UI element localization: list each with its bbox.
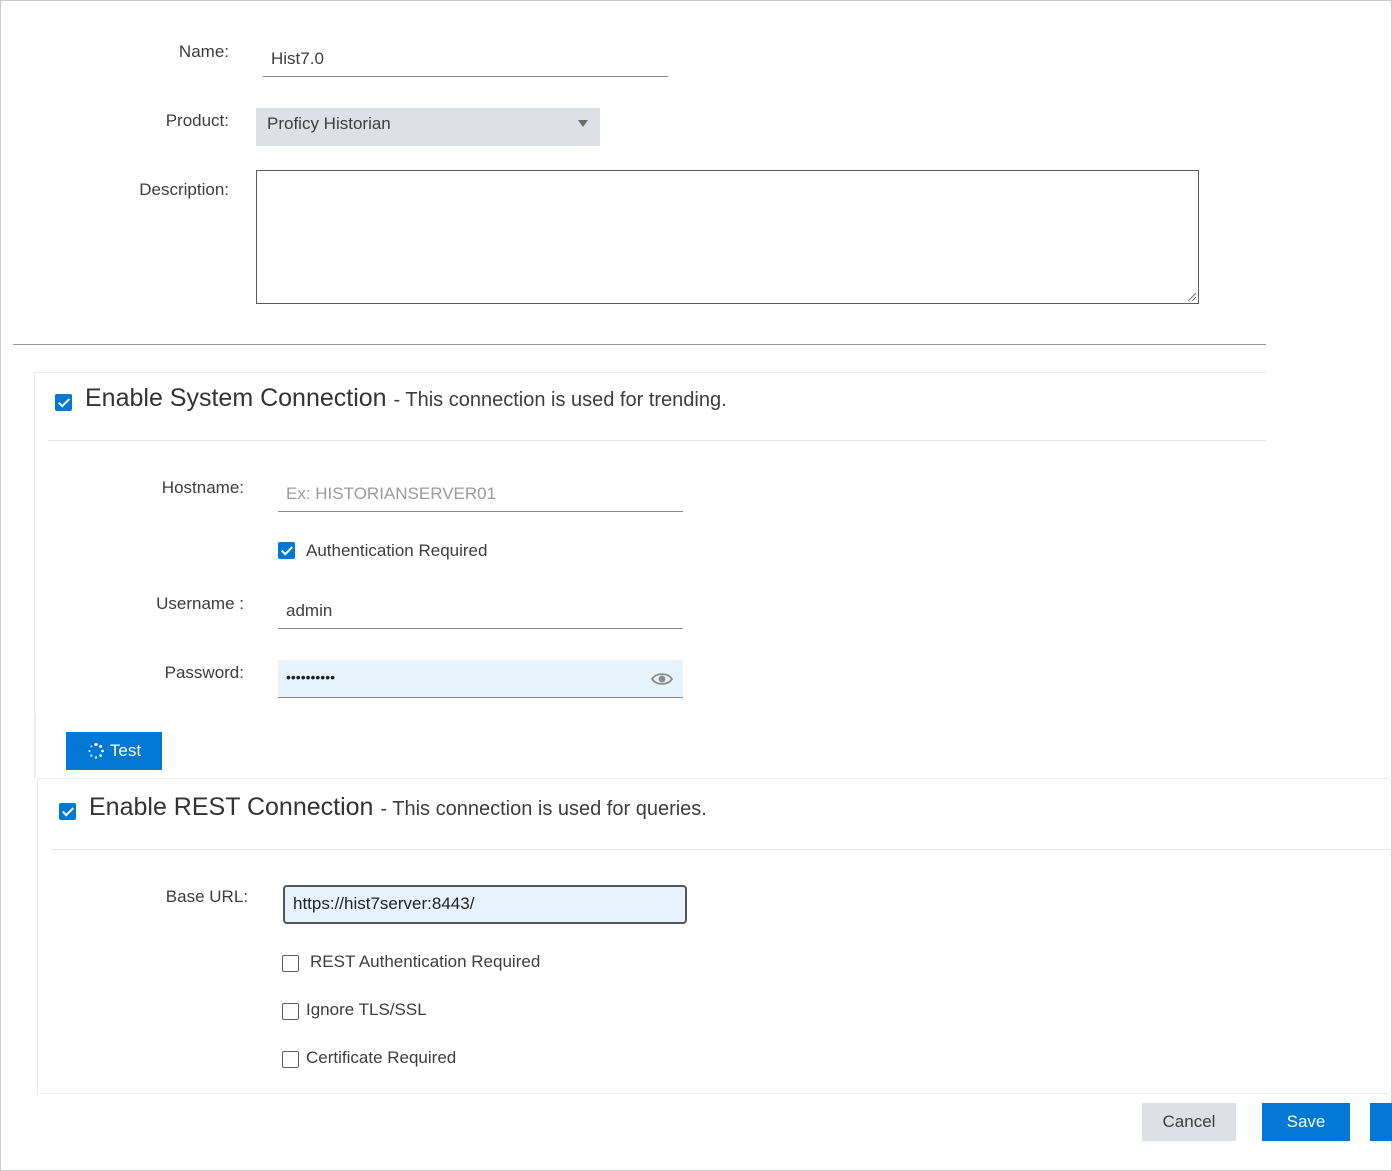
overflow-button[interactable]	[1370, 1103, 1392, 1141]
hostname-label: Hostname:	[161, 478, 244, 497]
certificate-required-label: Certificate Required	[306, 1048, 457, 1067]
rest-authentication-label: REST Authentication Required	[310, 952, 541, 971]
enable-system-connection-checkbox[interactable]	[55, 394, 72, 411]
base-url-value: https://hist7server:8443/	[293, 894, 475, 913]
product-label: Product:	[165, 111, 229, 130]
rest-connection-panel	[37, 778, 1392, 1094]
name-label: Name:	[178, 42, 229, 61]
test-button-label: Test	[109, 741, 142, 760]
resize-grip-icon[interactable]	[1186, 291, 1196, 301]
system-connection-panel	[34, 372, 1266, 778]
authentication-required-checkbox[interactable]	[278, 542, 295, 559]
rest-connection-header: Enable REST Connection - This connection…	[89, 793, 707, 822]
system-connection-header: Enable System Connection - This connecti…	[85, 384, 727, 413]
ignore-tls-checkbox[interactable]	[282, 1003, 299, 1020]
base-url-label: Base URL:	[165, 887, 248, 906]
rest-authentication-checkbox[interactable]	[282, 955, 299, 972]
test-button[interactable]: Test	[66, 732, 162, 770]
username-input[interactable]	[278, 594, 683, 629]
enable-rest-connection-checkbox[interactable]	[59, 803, 76, 820]
system-connection-title: Enable System Connection	[85, 384, 387, 412]
password-mask: ••••••••••	[286, 669, 336, 685]
product-select[interactable]: Proficy Historian	[256, 108, 600, 146]
section-divider	[13, 344, 1266, 345]
password-input[interactable]: ••••••••••	[278, 660, 683, 698]
base-url-input[interactable]: https://hist7server:8443/	[283, 885, 687, 924]
authentication-required-label: Authentication Required	[306, 541, 488, 560]
cancel-button[interactable]: Cancel	[1142, 1103, 1236, 1141]
spinner-icon	[88, 742, 104, 759]
description-textarea[interactable]	[256, 170, 1199, 304]
save-button[interactable]: Save	[1262, 1103, 1350, 1141]
eye-icon[interactable]	[651, 671, 673, 687]
product-select-value: Proficy Historian	[267, 114, 391, 133]
hostname-input[interactable]	[278, 477, 683, 512]
name-input[interactable]	[263, 42, 668, 77]
rest-header-divider	[52, 849, 1392, 850]
username-label: Username :	[156, 594, 244, 613]
description-label: Description:	[139, 180, 229, 199]
save-button-label: Save	[1286, 1112, 1326, 1131]
rest-connection-subtitle: - This connection is used for queries.	[380, 798, 707, 820]
rest-connection-title: Enable REST Connection	[89, 793, 374, 821]
cancel-button-label: Cancel	[1162, 1112, 1216, 1131]
password-label: Password:	[164, 663, 244, 682]
ignore-tls-label: Ignore TLS/SSL	[306, 1000, 427, 1019]
certificate-required-checkbox[interactable]	[282, 1051, 299, 1068]
panel-edge	[34, 714, 36, 778]
system-header-divider	[48, 440, 1266, 441]
chevron-down-icon	[578, 120, 588, 127]
system-connection-subtitle: - This connection is used for trending.	[393, 389, 727, 411]
